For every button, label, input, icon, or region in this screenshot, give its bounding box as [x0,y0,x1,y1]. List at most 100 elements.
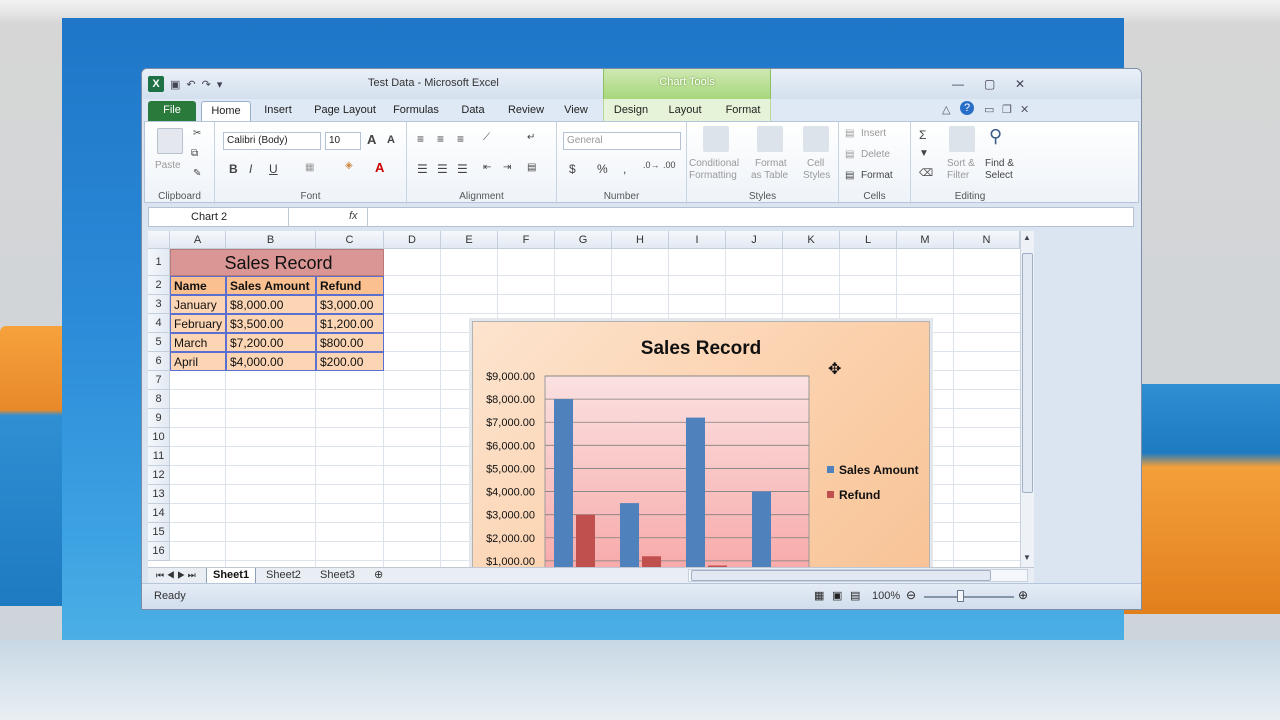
sort-filter-button-line2[interactable]: Filter [947,170,969,181]
column-header-l[interactable]: L [840,231,897,249]
format-as-table-button[interactable]: Format [755,158,787,169]
table-title-cell[interactable]: Sales Record [170,249,384,276]
font-color-button[interactable]: A [375,160,384,175]
row-header[interactable]: 6 [148,352,170,371]
tab-data[interactable]: Data [452,101,494,121]
scroll-down-icon[interactable]: ▼ [1023,553,1031,562]
column-header-h[interactable]: H [612,231,669,249]
delete-cells-icon[interactable]: ▤ [845,149,854,160]
column-header-k[interactable]: K [783,231,840,249]
tab-layout[interactable]: Layout [662,101,708,121]
data-cell[interactable]: $3,000.00 [316,295,384,314]
align-center-icon[interactable]: ☰ [437,162,448,176]
top-align-icon[interactable]: ≡ [417,132,424,146]
row-header[interactable]: 16 [148,542,170,561]
format-painter-icon[interactable]: ✎ [193,168,201,179]
row-header[interactable]: 7 [148,371,170,390]
cell-styles-icon[interactable] [803,126,829,152]
excel-logo-icon[interactable]: X [148,76,164,92]
format-cells-icon[interactable]: ▤ [845,170,854,181]
column-chart[interactable]: Sales Record $0.00$1,000.00$2,000.00$3,0… [473,322,929,567]
cut-icon[interactable]: ✂ [193,128,201,139]
align-right-icon[interactable]: ☰ [457,162,468,176]
data-cell[interactable]: $800.00 [316,333,384,352]
fill-icon[interactable]: ▼ [919,148,929,159]
fill-color-icon[interactable]: ◈ [345,160,353,171]
sheet-tab-3[interactable]: Sheet3 [314,568,361,583]
minimize-ribbon-icon[interactable]: △ [942,103,950,116]
insert-cells-button[interactable]: Insert [861,128,886,139]
header-cell-name[interactable]: Name [170,276,226,295]
data-cell[interactable]: April [170,352,226,371]
name-box[interactable]: Chart 2 [149,208,289,226]
bar-sales-amount[interactable] [620,503,639,567]
row-header[interactable]: 5 [148,333,170,352]
tab-formulas[interactable]: Formulas [388,101,444,121]
row-header[interactable]: 3 [148,295,170,314]
row-header[interactable]: 10 [148,428,170,447]
row-header[interactable]: 13 [148,485,170,504]
workbook-restore-icon[interactable]: ❐ [1002,103,1012,116]
column-header-f[interactable]: F [498,231,555,249]
column-header-j[interactable]: J [726,231,783,249]
vertical-scroll-thumb[interactable] [1022,253,1033,493]
bar-sales-amount[interactable] [554,399,573,567]
tab-format[interactable]: Format [718,101,768,121]
help-icon[interactable]: ? [960,101,974,115]
sheet-tab-1[interactable]: Sheet1 [206,568,257,583]
undo-icon[interactable]: ↶ [186,78,195,91]
worksheet-grid[interactable]: A B C D E F G H I J K L M N 1 2 3 4 5 6 … [148,231,1020,567]
zoom-slider[interactable] [924,596,1014,598]
paste-icon[interactable] [157,128,183,154]
select-all-corner[interactable] [148,231,170,249]
column-header-i[interactable]: I [669,231,726,249]
data-cell[interactable]: January [170,295,226,314]
y-tick-label[interactable]: $7,000.00 [486,417,535,429]
vertical-scrollbar[interactable]: ▲ ▼ [1020,231,1034,567]
find-select-button[interactable]: Find & [985,158,1014,169]
row-header[interactable]: 11 [148,447,170,466]
horizontal-scroll-thumb[interactable] [691,570,991,581]
row-header[interactable]: 4 [148,314,170,333]
wrap-text-icon[interactable]: ↵ [527,132,535,143]
workbook-close-icon[interactable]: ✕ [1020,103,1029,116]
decrease-indent-icon[interactable]: ⇤ [483,162,491,173]
conditional-formatting-button[interactable]: Conditional [689,158,739,169]
y-tick-label[interactable]: $5,000.00 [486,463,535,475]
cell-styles-button-line2[interactable]: Styles [803,170,830,181]
zoom-out-icon[interactable]: ⊖ [906,588,916,602]
clear-icon[interactable]: ⌫ [919,168,933,179]
page-layout-view-icon[interactable]: ▣ [832,589,842,602]
copy-icon[interactable]: ⧉ [191,148,198,159]
chart-object[interactable]: Sales Record $0.00$1,000.00$2,000.00$3,0… [472,321,930,567]
normal-view-icon[interactable]: ▦ [814,589,824,602]
legend-entry[interactable]: Sales Amount [839,463,919,477]
tab-review[interactable]: Review [502,101,550,121]
conditional-formatting-icon[interactable] [703,126,729,152]
zoom-in-icon[interactable]: ⊕ [1018,588,1028,602]
format-as-table-icon[interactable] [757,126,783,152]
column-header-n[interactable]: N [954,231,1020,249]
delete-cells-button[interactable]: Delete [861,149,890,160]
paste-button[interactable]: Paste [155,160,181,171]
bold-button[interactable]: B [229,162,238,176]
sort-filter-icon[interactable] [949,126,975,152]
format-as-table-button-line2[interactable]: as Table [751,170,788,181]
page-break-view-icon[interactable]: ▤ [850,589,860,602]
increase-decimal-icon[interactable]: .0→ [643,160,660,170]
scroll-up-icon[interactable]: ▲ [1023,233,1031,242]
sheet-tab-2[interactable]: Sheet2 [260,568,307,583]
row-header[interactable]: 12 [148,466,170,485]
sheet-nav-icon[interactable]: ⏮ ◀ ▶ ⏭ [150,568,202,583]
orientation-icon[interactable]: ⟋ [483,132,490,143]
legend-entry[interactable]: Refund [839,488,880,502]
merge-center-icon[interactable]: ▤ [527,162,536,173]
header-cell-refund[interactable]: Refund [316,276,384,295]
underline-button[interactable]: U [269,162,278,176]
data-cell[interactable]: $4,000.00 [226,352,316,371]
column-header-m[interactable]: M [897,231,954,249]
minimize-icon[interactable]: — [952,77,964,91]
format-cells-button[interactable]: Format [861,170,893,181]
column-header-c[interactable]: C [316,231,384,249]
comma-button[interactable]: , [623,162,626,176]
